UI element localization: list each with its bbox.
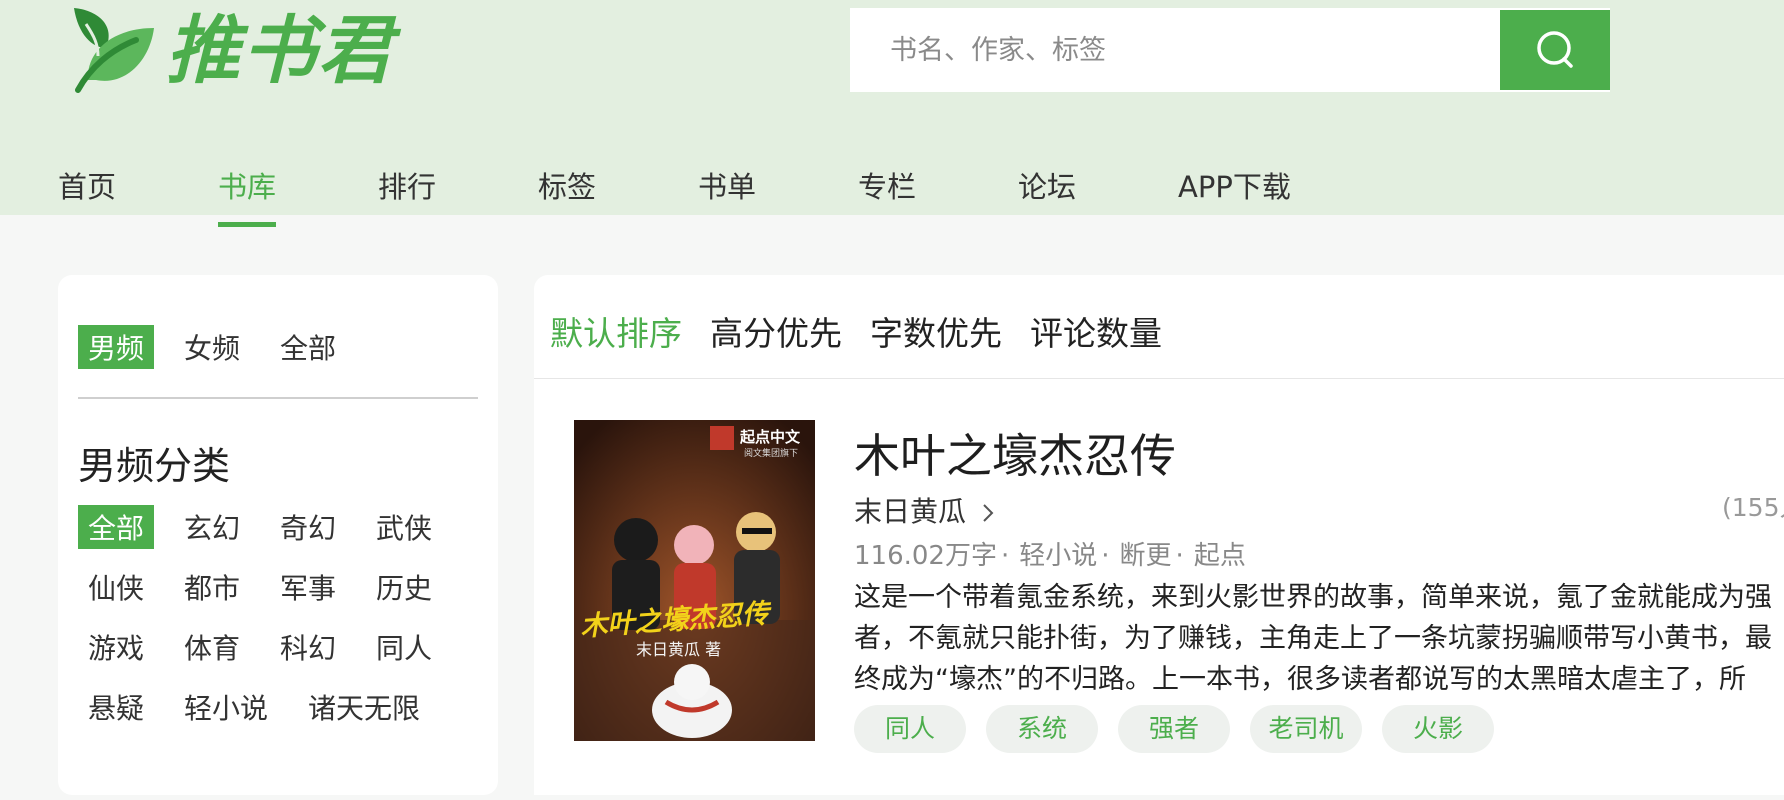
site-logo[interactable]: 推书君 [66, 0, 446, 96]
search-button[interactable] [1500, 10, 1610, 90]
nav-label: 书单 [698, 170, 757, 204]
meta-separator: · [1000, 541, 1010, 571]
sort-comment-count[interactable]: 评论数量 [1030, 307, 1162, 355]
category-youxi[interactable]: 游戏 [78, 625, 154, 669]
book-item: 起点中文 阅文集团旗下 木叶之壕杰忍传 末日黄瓜 著 木叶之壕杰忍传 末日黄瓜 … [574, 420, 1784, 800]
nav-label: 首页 [58, 170, 117, 204]
category-lishi[interactable]: 历史 [366, 565, 442, 609]
book-title[interactable]: 木叶之壕杰忍传 [854, 420, 1176, 486]
gender-tab-male[interactable]: 男频 [78, 325, 155, 369]
nav-label: 专栏 [858, 170, 917, 204]
nav-item-library[interactable]: 书库 [218, 164, 277, 227]
nav-label: 书库 [218, 170, 277, 204]
category-junshi[interactable]: 军事 [270, 565, 346, 609]
nav-item-ranking[interactable]: 排行 [378, 164, 436, 206]
book-description: 这是一个带着氪金系统，来到火影世界的故事，简单来说，氪了金就能成为强 者，不氪就… [854, 577, 1784, 700]
book-author-link[interactable]: 末日黄瓜 [854, 490, 995, 530]
gender-tab-all[interactable]: 全部 [270, 325, 346, 369]
category-sidebar: 男频 女频 全部 男频分类 全部 玄幻 奇幻 武侠 仙侠 都市 军事 历史 游戏… [58, 275, 498, 795]
site-logo-text: 推书君 [166, 8, 394, 94]
book-genre: 轻小说 [1019, 541, 1098, 571]
nav-label: 标签 [538, 170, 597, 204]
cover-publisher-sub: 阅文集团旗下 [744, 449, 799, 459]
category-zhutian-wuxian[interactable]: 诸天无限 [298, 685, 430, 729]
cover-publisher: 起点中文 [740, 428, 801, 446]
book-description-line: 这是一个带着氪金系统，来到火影世界的故事，简单来说，氪了金就能成为强 [854, 582, 1772, 613]
book-list-panel: 默认排序 高分优先 字数优先 评论数量 起点中文 阅文集团旗下 木叶之壕杰忍传 … [534, 275, 1784, 795]
search-bar [850, 8, 1610, 92]
sort-default[interactable]: 默认排序 [550, 307, 682, 355]
sort-bar: 默认排序 高分优先 字数优先 评论数量 [534, 275, 1784, 379]
category-all[interactable]: 全部 [78, 505, 155, 549]
book-cover-art [574, 420, 815, 741]
search-input[interactable] [850, 8, 1500, 92]
book-meta: 116.02万字 · 轻小说 · 断更 · 起点 [854, 535, 1246, 572]
book-source: 起点 [1193, 541, 1246, 571]
category-wuxia[interactable]: 武侠 [366, 505, 442, 549]
book-word-count: 116.02万字 [854, 541, 997, 571]
category-qingxiaoshuo[interactable]: 轻小说 [174, 685, 278, 729]
sort-high-score[interactable]: 高分优先 [710, 307, 842, 355]
meta-separator: · [1175, 541, 1184, 571]
category-tiyu[interactable]: 体育 [174, 625, 250, 669]
category-kehuan[interactable]: 科幻 [270, 625, 346, 669]
meta-separator: · [1101, 541, 1110, 571]
nav-label: 论坛 [1018, 170, 1077, 204]
gender-tab-female[interactable]: 女频 [174, 325, 250, 369]
nav-item-tags[interactable]: 标签 [538, 164, 596, 206]
cover-author-art: 末日黄瓜 著 [636, 640, 722, 659]
category-xianxia[interactable]: 仙侠 [78, 565, 154, 609]
category-title: 男频分类 [78, 444, 231, 488]
nav-active-underline [218, 222, 277, 227]
book-status: 断更 [1119, 541, 1172, 571]
category-dushi[interactable]: 都市 [174, 565, 250, 609]
leaf-logo-icon [74, 8, 154, 93]
nav-item-booklists[interactable]: 书单 [698, 164, 756, 206]
site-header: 推书君 首页 书库 排行 标签 书单 专栏 论坛 APP下载 [0, 0, 1784, 227]
chevron-right-icon [983, 504, 994, 522]
search-icon [1537, 31, 1573, 68]
category-xuanhuan[interactable]: 玄幻 [174, 505, 250, 549]
nav-label: 排行 [378, 170, 437, 204]
book-description-line: 者，不氪就只能扑街，为了赚钱，主角走上了一条坑蒙拐骗顺带写小黄书，最 [854, 623, 1772, 654]
nav-item-forum[interactable]: 论坛 [1018, 164, 1076, 206]
sort-word-count[interactable]: 字数优先 [870, 307, 1002, 355]
nav-item-columns[interactable]: 专栏 [858, 164, 916, 206]
sidebar-divider [78, 397, 478, 399]
nav-label: APP下载 [1178, 170, 1291, 204]
book-author: 末日黄瓜 [854, 495, 967, 528]
category-tongren[interactable]: 同人 [366, 625, 442, 669]
nav-item-app-download[interactable]: APP下载 [1178, 164, 1291, 206]
book-description-line: 终成为“壕杰”的不归路。上一本书，很多读者都说写的太黑暗太虐主了，所 [854, 664, 1746, 695]
book-cover[interactable]: 起点中文 阅文集团旗下 木叶之壕杰忍传 末日黄瓜 著 [574, 420, 815, 741]
category-xuanyi[interactable]: 悬疑 [78, 685, 154, 729]
category-qihuan[interactable]: 奇幻 [270, 505, 346, 549]
book-score-count: (155人评 [1722, 493, 1784, 522]
nav-item-home[interactable]: 首页 [58, 164, 116, 206]
